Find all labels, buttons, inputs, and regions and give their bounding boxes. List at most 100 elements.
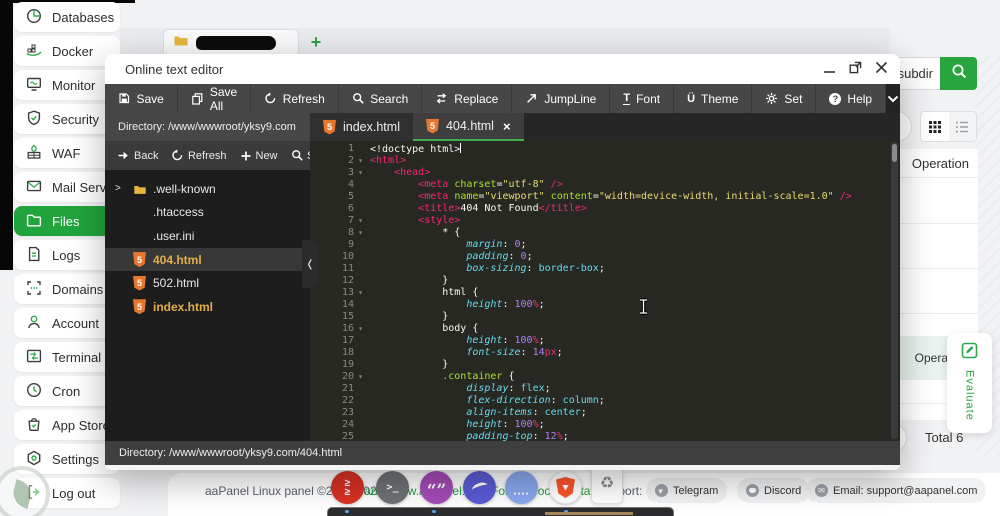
code-line[interactable]: 20 ▾ .container { — [310, 371, 900, 383]
list-view-button[interactable] — [948, 112, 976, 141]
editor-tab-404.html[interactable]: 5 404.html × — [412, 113, 524, 141]
fold-arrow-icon[interactable]: ▾ — [358, 372, 363, 381]
html5-icon: 5 — [323, 119, 336, 135]
code-line[interactable]: 6 <title>404 Not Found</title> — [310, 203, 900, 215]
grid-view-button[interactable] — [921, 112, 949, 141]
code-line[interactable]: 15 } — [310, 311, 900, 323]
code-line[interactable]: 17 height: 100%; — [310, 335, 900, 347]
toolbar-refresh-button[interactable]: Refresh — [251, 84, 339, 113]
code-text: flex-direction: column; — [466, 395, 605, 406]
code-line[interactable]: 10 padding: 0; — [310, 251, 900, 263]
code-line[interactable]: 14 height: 100%; — [310, 299, 900, 311]
scrollbar-thumb[interactable] — [892, 144, 897, 162]
filetree-back-button[interactable]: Back — [117, 149, 158, 162]
code-line[interactable]: 24 height: 100%; — [310, 419, 900, 431]
minimize-button[interactable] — [823, 62, 836, 77]
evaluate-icon — [961, 342, 978, 364]
line-number: 24 — [341, 419, 354, 430]
editor-tab-index.html[interactable]: 5 index.html — [310, 113, 413, 141]
code-line[interactable]: 5 <meta name="viewport" content="width=d… — [310, 191, 900, 203]
toolbar-more-button[interactable] — [886, 84, 900, 113]
indigo-app-icon[interactable] — [463, 471, 496, 504]
toolbar-font-button[interactable]: T Font — [610, 84, 675, 113]
code-line[interactable]: 13 ▾ html { — [310, 287, 900, 299]
tree-item-.well-known[interactable]: > .well-known — [105, 177, 310, 201]
maximize-button[interactable] — [849, 61, 862, 77]
code-editor[interactable]: 1 <!doctype html> 2 ▾ <html> 3 ▾ <head> 4 <meta… — [310, 141, 900, 441]
toolbar-search-button[interactable]: Search — [339, 84, 423, 113]
sidebar-item-label: Account — [52, 315, 99, 331]
code-line[interactable]: 1 <!doctype html> — [310, 143, 900, 155]
fold-arrow-icon[interactable]: ▾ — [358, 288, 363, 297]
footer-pill-telegram[interactable]: ▶ Telegram — [646, 478, 728, 503]
tree-item-.htaccess[interactable]: .htaccess — [105, 201, 310, 225]
search-button[interactable] — [940, 57, 977, 90]
filemanager-path-tab[interactable] — [163, 29, 299, 55]
line-number: 22 — [341, 395, 354, 406]
sidebar-item-databases[interactable]: Databases — [14, 2, 120, 32]
code-line[interactable]: 11 box-sizing: border-box; — [310, 263, 900, 275]
code-line[interactable]: 7 ▾ <style> — [310, 215, 900, 227]
new-tab-button[interactable]: + — [303, 30, 329, 54]
code-text: <head> — [394, 167, 431, 178]
tree-item-.user.ini[interactable]: .user.ini — [105, 224, 310, 248]
code-line[interactable]: 23 align-items: center; — [310, 407, 900, 419]
code-text: } — [370, 359, 449, 370]
code-line[interactable]: 25 padding-top: 12%; — [310, 431, 900, 441]
tab-close-icon[interactable]: × — [503, 119, 511, 134]
close-button[interactable] — [875, 61, 888, 77]
purple-quotes-app-icon[interactable]: “” — [420, 471, 453, 504]
tree-collapse-handle[interactable]: ❬ — [302, 240, 318, 288]
code-line[interactable]: 9 margin: 0; — [310, 239, 900, 251]
code-line[interactable]: 21 display: flex; — [310, 383, 900, 395]
code-line[interactable]: 22 flex-direction: column; — [310, 395, 900, 407]
filetree-refresh-button[interactable]: Refresh — [171, 149, 227, 162]
code-line[interactable]: 8 ▾ * { — [310, 227, 900, 239]
code-line[interactable]: 18 font-size: 14px; — [310, 347, 900, 359]
code-line[interactable]: 3 ▾ <head> — [310, 167, 900, 179]
tree-expander-icon[interactable]: > — [115, 183, 127, 194]
line-number: 14 — [341, 299, 354, 310]
code-text: <title>404 Not Found</title> — [418, 203, 587, 214]
footer-pill-discord[interactable]: Discord — [737, 478, 811, 503]
toolbar-save-all-button[interactable]: Save All — [178, 84, 252, 113]
footer-pill-email[interactable]: ✉ Email: support@aapanel.com — [806, 478, 987, 503]
editor-scrollbar[interactable] — [891, 142, 898, 439]
file-tree: > .well-known .htaccess .user.ini 5 404.html 5… — [105, 170, 310, 441]
toolbar-set-button[interactable]: Set — [752, 84, 817, 113]
toolbar-replace-button[interactable]: Replace — [422, 84, 513, 113]
code-line[interactable]: 12 } — [310, 275, 900, 287]
tree-item-label: 404.html — [153, 252, 202, 267]
line-number: 8 ▾ — [347, 227, 363, 238]
tree-item-label: .user.ini — [153, 228, 195, 243]
sidebar-item-label: Logs — [52, 247, 81, 263]
fold-arrow-icon[interactable]: ▾ — [358, 156, 363, 165]
toolbar-jumpline-button[interactable]: JumpLine — [512, 84, 611, 113]
code-line[interactable]: 16 ▾ body { — [310, 323, 900, 335]
gray-terminal-app-icon[interactable]: >_ — [376, 471, 409, 504]
filetree-new-button[interactable]: New — [240, 150, 278, 162]
tree-item-index.html[interactable]: 5 index.html — [105, 295, 310, 319]
fold-arrow-icon[interactable]: ▾ — [358, 216, 363, 225]
blue-app-icon[interactable]: ●●●● — [505, 471, 538, 504]
toolbar-save-button[interactable]: Save — [105, 84, 178, 113]
code-line[interactable]: 19 } — [310, 359, 900, 371]
toolbar-help-button[interactable]: ? Help — [816, 84, 887, 113]
terminal-icon — [25, 347, 43, 368]
fold-arrow-icon[interactable]: ▾ — [358, 228, 363, 237]
tree-item-502.html[interactable]: 5 502.html — [105, 271, 310, 295]
red-terminal-app-icon[interactable]: ≥ ≥ — [331, 471, 364, 504]
toolbar-theme-button[interactable]: Ü Theme — [674, 84, 753, 113]
tree-item-404.html[interactable]: 5 404.html — [105, 247, 310, 272]
code-line[interactable]: 4 <meta charset="utf-8" /> — [310, 179, 900, 191]
code-text: <meta name="viewport" content="width=dev… — [418, 191, 852, 202]
evaluate-tab[interactable]: Evaluate — [947, 333, 992, 433]
dialog-bottom-edge — [105, 465, 900, 470]
cron-icon — [25, 381, 43, 402]
brave-browser-icon[interactable] — [549, 471, 582, 504]
code-line[interactable]: 2 ▾ <html> — [310, 155, 900, 167]
fold-arrow-icon[interactable]: ▾ — [358, 324, 363, 333]
online-text-editor-dialog: Online text editor Save Save All Refresh Se… — [105, 54, 900, 470]
code-text: * { — [370, 227, 461, 238]
fold-arrow-icon[interactable]: ▾ — [358, 168, 363, 177]
